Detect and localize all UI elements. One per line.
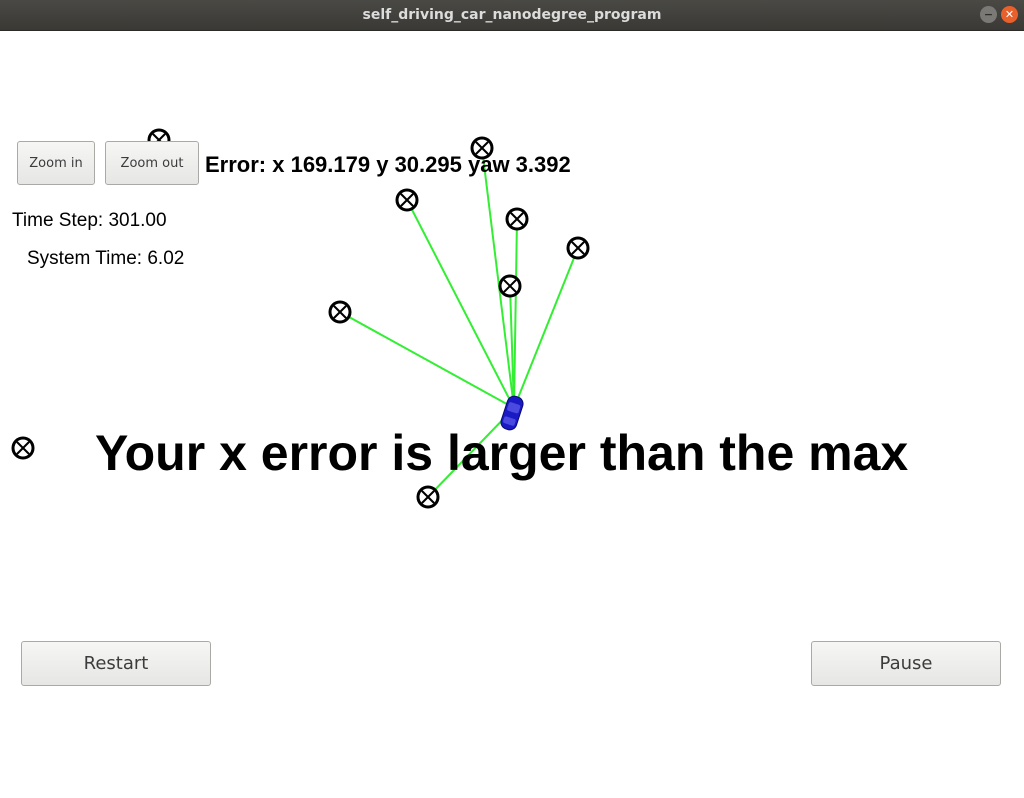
pause-button[interactable]: Pause [811, 641, 1001, 686]
zoom-in-button[interactable]: Zoom in [17, 141, 95, 185]
landmark-icon [505, 207, 529, 231]
landmark-icon [566, 236, 590, 260]
zoom-out-button[interactable]: Zoom out [105, 141, 199, 185]
landmark-icon [395, 188, 419, 212]
landmark-icon [498, 274, 522, 298]
restart-button[interactable]: Restart [21, 641, 211, 686]
error-readout: Error: x 169.179 y 30.295 yaw 3.392 [205, 152, 571, 177]
landmark-icon [11, 436, 35, 460]
time-step-label: Time Step: 301.00 [12, 210, 167, 231]
observation-line [339, 311, 515, 409]
landmark-icon [416, 485, 440, 509]
error-alert-message: Your x error is larger than the max [95, 425, 909, 481]
landmark-icon [328, 300, 352, 324]
observation-line [513, 218, 518, 409]
observation-line [406, 199, 515, 409]
system-time-label: System Time: 6.02 [27, 248, 185, 269]
observation-line [513, 247, 579, 409]
